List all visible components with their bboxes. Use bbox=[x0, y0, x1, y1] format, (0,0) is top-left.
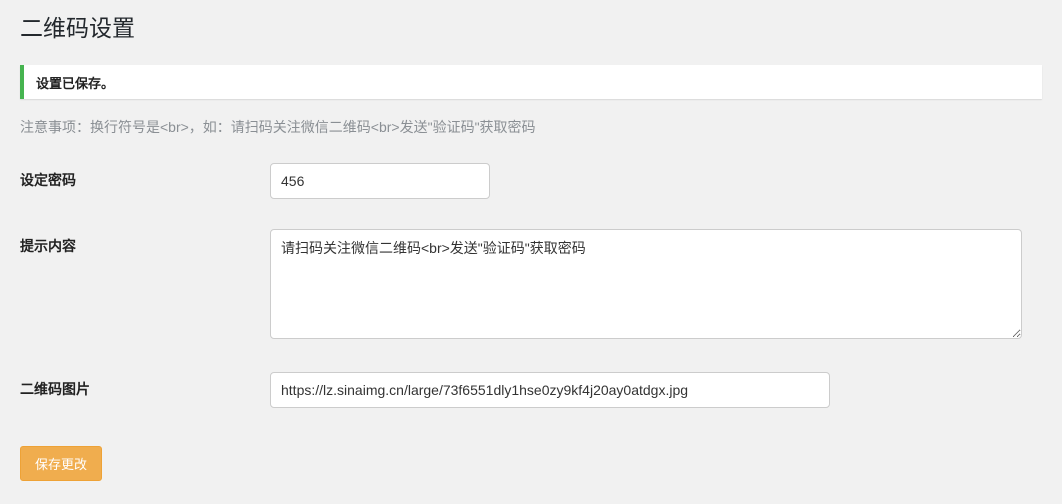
field-qrimage bbox=[270, 372, 1042, 408]
label-qrimage: 二维码图片 bbox=[20, 372, 270, 399]
page-title: 二维码设置 bbox=[20, 0, 1042, 47]
input-qrimage[interactable] bbox=[270, 372, 830, 408]
field-password bbox=[270, 163, 1042, 199]
success-notice: 设置已保存。 bbox=[20, 65, 1042, 99]
input-password[interactable] bbox=[270, 163, 490, 199]
row-password: 设定密码 bbox=[20, 163, 1042, 199]
field-hint bbox=[270, 229, 1042, 342]
instructions-note: 注意事项：换行符号是<br>，如：请扫码关注微信二维码<br>发送"验证码"获取… bbox=[20, 117, 1042, 137]
row-qrimage: 二维码图片 bbox=[20, 372, 1042, 408]
textarea-hint[interactable] bbox=[270, 229, 1022, 339]
label-hint: 提示内容 bbox=[20, 229, 270, 256]
row-hint: 提示内容 bbox=[20, 229, 1042, 342]
label-password: 设定密码 bbox=[20, 163, 270, 190]
settings-wrap: 二维码设置 设置已保存。 注意事项：换行符号是<br>，如：请扫码关注微信二维码… bbox=[0, 0, 1062, 501]
notice-message: 设置已保存。 bbox=[36, 73, 1030, 92]
save-button[interactable]: 保存更改 bbox=[20, 446, 102, 481]
